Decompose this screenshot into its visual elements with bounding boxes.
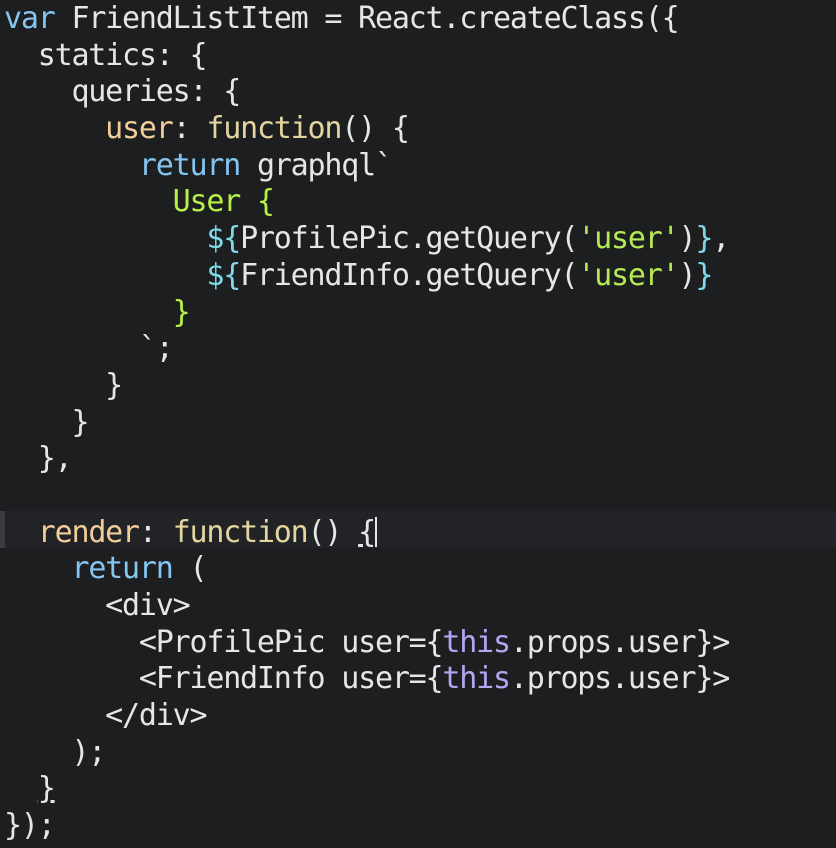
code-line[interactable]: });	[4, 808, 729, 845]
code-token: ProfilePic.getQuery(	[240, 221, 578, 257]
code-token: )	[678, 221, 696, 257]
code-token: () {	[341, 111, 410, 147]
code-token: function	[172, 514, 309, 550]
code-token: (	[172, 551, 207, 587]
code-line[interactable]: <ProfilePic user={this.props.user}>	[4, 624, 730, 662]
code-token: }	[695, 257, 713, 293]
code-token: <ProfilePic user={	[4, 624, 444, 660]
code-token: FriendListItem = React.createClass({	[54, 1, 679, 36]
code-line[interactable]	[4, 478, 729, 515]
code-token: });	[4, 808, 56, 844]
code-line[interactable]: </div>	[4, 698, 729, 735]
code-token: ${	[206, 257, 241, 293]
code-token: ()	[307, 514, 359, 550]
code-line[interactable]: }	[4, 771, 729, 808]
code-line[interactable]: statics: {	[4, 38, 729, 75]
code-line[interactable]: ${ProfilePic.getQuery('user')},	[4, 221, 730, 258]
code-line[interactable]: <FriendInfo user={this.props.user}>	[4, 661, 730, 698]
code-token: queries: {	[4, 74, 241, 110]
code-token: return	[71, 551, 173, 587]
code-token: `;	[4, 331, 174, 367]
code-token: );	[4, 734, 106, 770]
code-token: ${	[206, 221, 241, 257]
code-line[interactable]: var FriendListItem = React.createClass({	[4, 1, 729, 38]
code-line[interactable]: },	[4, 441, 729, 478]
text-cursor	[375, 516, 378, 547]
code-token: render	[37, 514, 140, 550]
code-token: },	[4, 441, 73, 477]
code-token: User {	[172, 184, 275, 220]
code-token: return	[138, 147, 241, 183]
code-line[interactable]: }	[4, 368, 729, 405]
code-token: }	[695, 221, 713, 257]
code-token: this	[442, 661, 511, 697]
code-token: {	[358, 514, 376, 550]
code-line[interactable]: }	[4, 295, 729, 332]
code-line[interactable]: }	[4, 405, 729, 442]
code-token: <div>	[4, 588, 191, 623]
code-token: :	[172, 111, 207, 147]
code-line[interactable]: render: function() {	[4, 515, 729, 552]
code-token: }	[37, 771, 56, 807]
code-token: user	[105, 111, 174, 147]
code-token: this	[442, 624, 511, 660]
code-token: )	[678, 257, 696, 293]
code-token: <FriendInfo user={	[4, 661, 444, 697]
code-line[interactable]: ${FriendInfo.getQuery('user')}	[4, 258, 729, 295]
code-token: </div>	[4, 698, 207, 734]
code-token: 'user'	[577, 221, 679, 257]
code-line[interactable]: `;	[4, 331, 729, 368]
code-token: :	[138, 514, 173, 550]
code-line[interactable]: User {	[4, 184, 729, 221]
code-line[interactable]: <div>	[4, 588, 729, 625]
code-token: }	[172, 294, 191, 330]
code-line[interactable]: return graphql`	[4, 148, 729, 185]
code-line[interactable]: queries: {	[4, 74, 729, 111]
code-token: }	[4, 367, 123, 403]
code-line[interactable]: );	[4, 735, 729, 772]
code-editor[interactable]: var FriendListItem = React.createClass({…	[0, 0, 836, 848]
code-token: FriendInfo.getQuery(	[240, 257, 578, 293]
code-token: }	[4, 404, 89, 440]
code-token: function	[206, 111, 342, 147]
code-token: .props.user}>	[509, 661, 730, 697]
code-token: 'user'	[577, 257, 679, 293]
code-line[interactable]: return (	[4, 551, 729, 588]
code-token: .props.user}>	[509, 624, 730, 660]
code-token: var	[4, 1, 56, 36]
code-token: statics: {	[4, 37, 208, 73]
code-text-area[interactable]: var FriendListItem = React.createClass({…	[4, 1, 730, 845]
code-token: ,	[712, 221, 730, 257]
code-token: graphql`	[240, 147, 393, 183]
code-line[interactable]: user: function() {	[4, 111, 729, 148]
